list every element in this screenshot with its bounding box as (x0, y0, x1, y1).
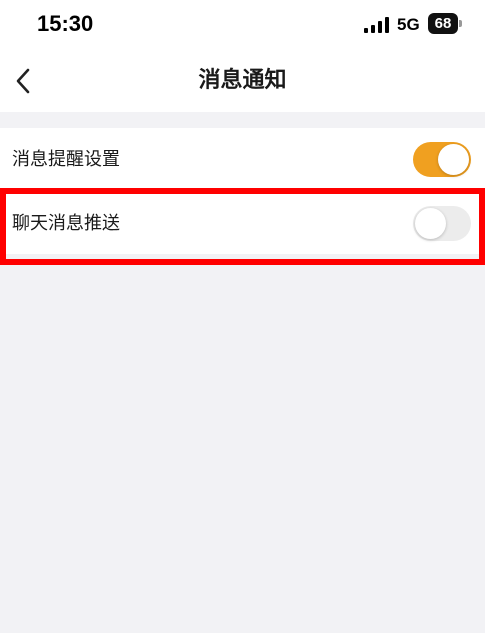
nav-bar: 消息通知 (0, 50, 485, 112)
battery-level: 68 (434, 15, 452, 32)
status-bar: 15:30 5G 68 (0, 0, 485, 50)
status-time: 15:30 (37, 11, 94, 36)
cellular-signal-icon (364, 17, 389, 33)
chevron-left-icon (16, 68, 30, 94)
network-type: 5G (397, 15, 420, 34)
toggle-knob (415, 208, 446, 239)
setting-label: 聊天消息推送 (12, 213, 120, 234)
settings-list: 消息提醒设置 聊天消息推送 (0, 128, 485, 254)
battery-icon: 68 (428, 13, 462, 34)
setting-row-message-reminder: 消息提醒设置 (0, 128, 485, 191)
message-reminder-toggle[interactable] (413, 142, 471, 177)
toggle-knob (438, 144, 469, 175)
setting-row-chat-push: 聊天消息推送 (0, 191, 485, 254)
screen: 15:30 5G 68 消息通知 消息提醒设置 聊天消息推送 (0, 0, 485, 633)
battery-cap (459, 20, 462, 27)
page-title: 消息通知 (198, 68, 287, 93)
chat-push-toggle[interactable] (413, 206, 471, 241)
setting-label: 消息提醒设置 (12, 149, 120, 170)
back-button[interactable] (8, 64, 38, 98)
